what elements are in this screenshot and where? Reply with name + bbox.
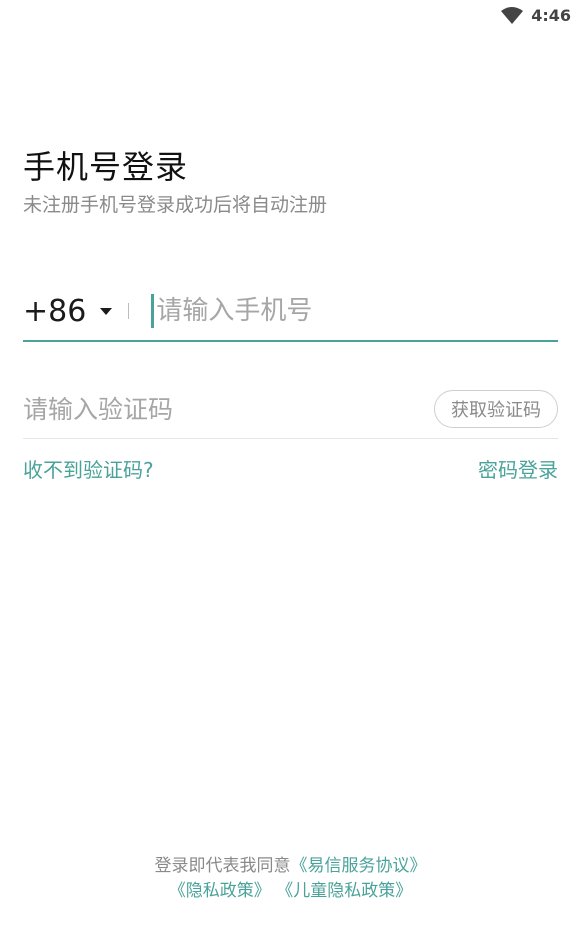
text-cursor xyxy=(151,294,155,328)
page-subtitle: 未注册手机号登录成功后将自动注册 xyxy=(23,194,328,216)
service-agreement-link[interactable]: 《易信服务协议》 xyxy=(291,856,427,876)
verification-code-row: 获取验证码 xyxy=(23,380,558,439)
caret-down-icon[interactable] xyxy=(100,307,113,315)
privacy-policy-link[interactable]: 《隐私政策》 xyxy=(169,881,271,901)
no-code-link[interactable]: 收不到验证码? xyxy=(23,454,154,483)
status-time: 4:46 xyxy=(531,5,571,25)
agreement-text: 登录即代表我同意《易信服务协议》 《隐私政策》 《儿童隐私政策》 xyxy=(0,854,581,904)
status-bar: 4:46 xyxy=(501,0,571,30)
country-code-selector[interactable]: +86 xyxy=(23,294,86,329)
page-title: 手机号登录 xyxy=(23,148,189,186)
phone-number-input[interactable] xyxy=(156,296,558,326)
links-row: 收不到验证码? 密码登录 xyxy=(23,454,558,483)
children-privacy-policy-link[interactable]: 《儿童隐私政策》 xyxy=(276,881,412,901)
phone-input-row: +86 xyxy=(23,282,558,342)
verification-code-input[interactable] xyxy=(23,394,343,424)
get-code-button[interactable]: 获取验证码 xyxy=(434,390,558,428)
agreement-prefix: 登录即代表我同意 xyxy=(154,856,291,876)
vertical-divider xyxy=(128,303,130,319)
password-login-link[interactable]: 密码登录 xyxy=(478,454,558,483)
wifi-icon xyxy=(501,6,524,24)
